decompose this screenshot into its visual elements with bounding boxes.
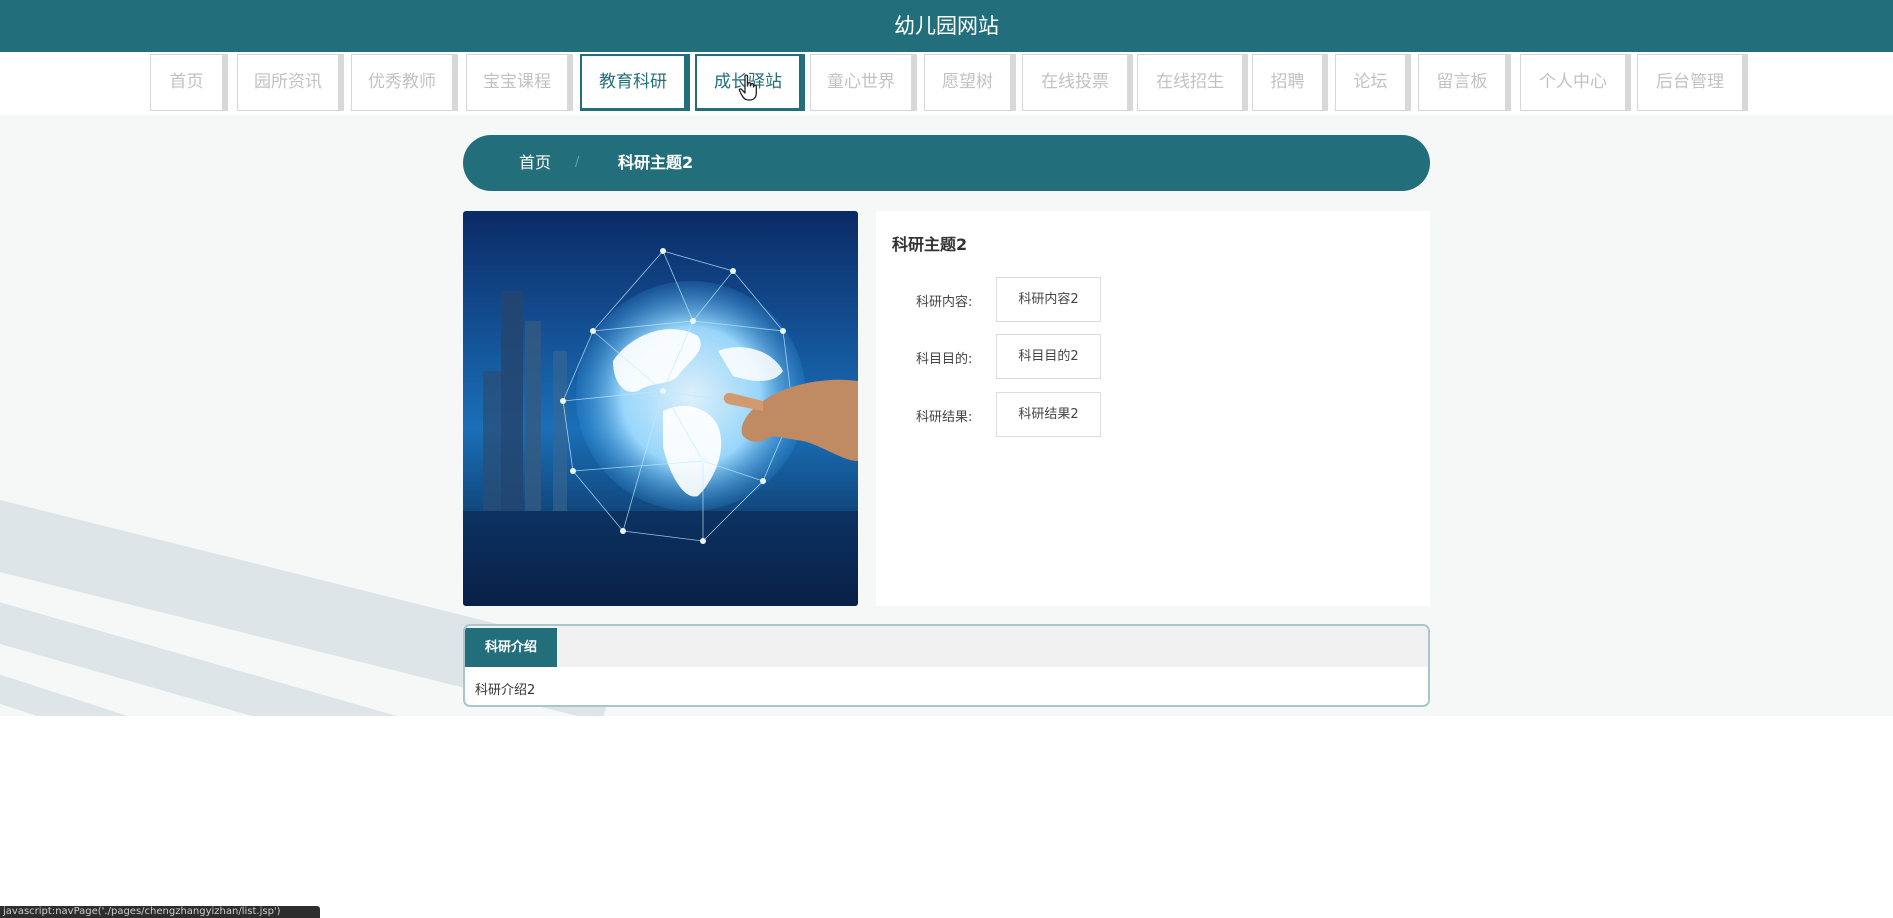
site-title: 幼儿园网站 [894,14,999,38]
nav-item-research[interactable]: 教育科研 [580,54,690,111]
nav-item-children-world[interactable]: 童心世界 [810,54,917,111]
site-title-bar: 幼儿园网站 [0,0,1893,52]
research-photo [463,211,858,606]
field-value-result: 科研结果2 [996,392,1101,437]
field-label-result: 科研结果: [916,410,973,425]
field-value-purpose: 科目目的2 [996,334,1101,379]
nav-item-admin[interactable]: 后台管理 [1637,54,1748,111]
nav-item-recruitment[interactable]: 招聘 [1252,54,1328,111]
intro-body-text: 科研介绍2 [475,683,536,698]
browser-status-bar: javascript:navPage('./pages/chengzhangyi… [0,906,320,918]
breadcrumb-separator: / [575,155,580,170]
field-label-content: 科研内容: [916,295,973,310]
nav-item-home[interactable]: 首页 [150,54,228,111]
detail-title: 科研主题2 [892,235,968,254]
intro-section: 科研介绍 科研介绍2 [463,624,1430,707]
nav-item-message-board[interactable]: 留言板 [1418,54,1511,111]
nav-item-wish-tree[interactable]: 愿望树 [924,54,1016,111]
field-value-content: 科研内容2 [996,277,1101,322]
globe-network-image [463,211,858,606]
hand-pointer-icon [738,74,757,101]
intro-tab-bar: 科研介绍 [465,626,1428,667]
nav-item-online-vote[interactable]: 在线投票 [1022,54,1133,111]
nav-item-teachers[interactable]: 优秀教师 [351,54,458,111]
nav-item-personal-center[interactable]: 个人中心 [1520,54,1631,111]
main-nav: 首页 园所资讯 优秀教师 宝宝课程 教育科研 成长驿站 童心世界 愿望树 在线投… [0,52,1893,115]
breadcrumb: 首页 / 科研主题2 [463,135,1430,191]
field-label-purpose: 科目目的: [916,352,973,367]
nav-item-courses[interactable]: 宝宝课程 [466,54,573,111]
nav-item-news[interactable]: 园所资讯 [237,54,344,111]
detail-panel: 科研主题2 科研内容: 科研内容2 科目目的: 科目目的2 科研结果: 科研结果… [876,211,1430,606]
nav-item-forum[interactable]: 论坛 [1335,54,1411,111]
tab-research-intro[interactable]: 科研介绍 [465,628,557,667]
nav-item-online-enrollment[interactable]: 在线招生 [1137,54,1248,111]
breadcrumb-home[interactable]: 首页 [519,135,551,191]
breadcrumb-current: 科研主题2 [618,153,694,172]
